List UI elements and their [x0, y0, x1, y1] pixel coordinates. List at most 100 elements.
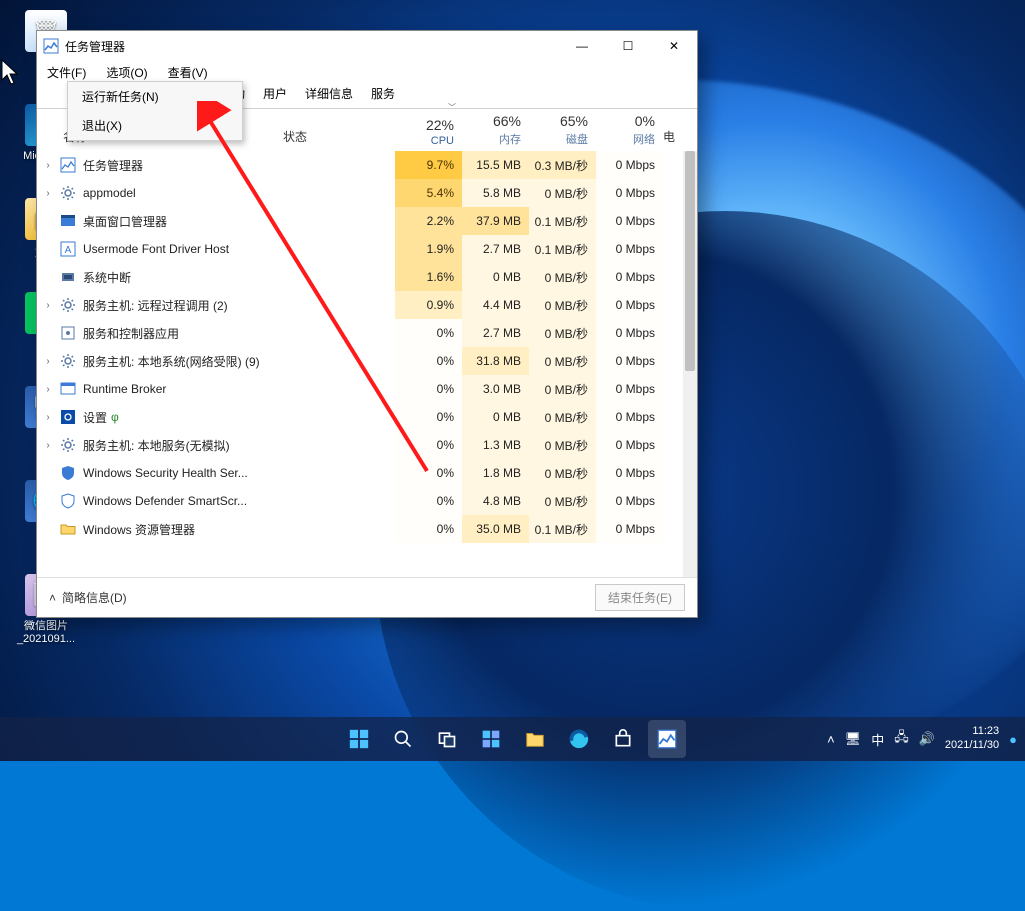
cpu-cell: 0% — [395, 515, 462, 543]
tab-details[interactable]: 详细信息 — [303, 81, 355, 108]
close-button[interactable]: ✕ — [651, 31, 697, 61]
process-row[interactable]: ›服务主机: 远程过程调用 (2)0.9%4.4 MB0 MB/秒0 Mbps — [37, 291, 697, 319]
header-cpu[interactable]: ﹀ 22% CPU — [395, 102, 462, 151]
file-dropdown: 运行新任务(N) 退出(X) — [67, 81, 243, 141]
process-row[interactable]: Windows 资源管理器0%35.0 MB0.1 MB/秒0 Mbps — [37, 515, 697, 543]
scrollbar-thumb[interactable] — [685, 151, 695, 371]
menu-file[interactable]: 文件(F) — [43, 62, 90, 83]
menu-options[interactable]: 选项(O) — [102, 62, 151, 83]
cpu-cell: 0.9% — [395, 291, 462, 319]
cpu-cell: 9.7% — [395, 151, 462, 179]
header-network[interactable]: 0% 网络 — [596, 113, 663, 151]
footer: ˄ 简略信息(D) 结束任务(E) — [37, 577, 697, 617]
process-name: Windows Security Health Ser... — [59, 464, 283, 482]
app-icon — [43, 38, 59, 54]
start-button[interactable] — [340, 720, 378, 758]
tab-services[interactable]: 服务 — [369, 81, 397, 108]
disk-cell: 0 MB/秒 — [529, 291, 596, 319]
process-icon — [59, 408, 77, 426]
memory-cell: 1.8 MB — [462, 459, 529, 487]
cpu-cell: 0% — [395, 431, 462, 459]
cpu-cell: 1.6% — [395, 263, 462, 291]
memory-cell: 1.3 MB — [462, 431, 529, 459]
expand-toggle[interactable]: › — [37, 412, 59, 423]
titlebar[interactable]: 任务管理器 — ☐ ✕ — [37, 31, 697, 61]
end-task-button[interactable]: 结束任务(E) — [595, 584, 685, 611]
process-name: Windows Defender SmartScr... — [59, 492, 283, 510]
menu-exit[interactable]: 退出(X) — [68, 111, 242, 140]
net-pct: 0% — [596, 113, 655, 129]
cursor-icon — [0, 58, 20, 86]
process-row[interactable]: AUsermode Font Driver Host1.9%2.7 MB0.1 … — [37, 235, 697, 263]
task-view-button[interactable] — [428, 720, 466, 758]
memory-cell: 2.7 MB — [462, 235, 529, 263]
task-manager-window: 任务管理器 — ☐ ✕ 文件(F) 选项(O) 查看(V) 动 用户 详细信息 … — [36, 30, 698, 618]
tray-monitor-icon[interactable]: 🖥 — [845, 731, 862, 747]
process-row[interactable]: ›Runtime Broker0%3.0 MB0 MB/秒0 Mbps — [37, 375, 697, 403]
tab-users[interactable]: 用户 — [261, 81, 289, 108]
search-button[interactable] — [384, 720, 422, 758]
disk-cell: 0 MB/秒 — [529, 431, 596, 459]
widgets-button[interactable] — [472, 720, 510, 758]
process-icon — [59, 296, 77, 314]
expand-toggle[interactable]: › — [37, 300, 59, 311]
process-row[interactable]: ›服务主机: 本地服务(无模拟)0%1.3 MB0 MB/秒0 Mbps — [37, 431, 697, 459]
network-cell: 0 Mbps — [596, 291, 663, 319]
svg-text:A: A — [65, 245, 72, 256]
disk-cell: 0 MB/秒 — [529, 487, 596, 515]
process-row[interactable]: 桌面窗口管理器2.2%37.9 MB0.1 MB/秒0 Mbps — [37, 207, 697, 235]
cpu-cell: 0% — [395, 375, 462, 403]
maximize-button[interactable]: ☐ — [605, 31, 651, 61]
header-extra[interactable]: 电 — [663, 128, 683, 151]
disk-cell: 0 MB/秒 — [529, 347, 596, 375]
menu-view[interactable]: 查看(V) — [164, 62, 212, 83]
cpu-cell: 0% — [395, 487, 462, 515]
process-name: 服务主机: 本地系统(网络受限) (9) — [59, 352, 283, 370]
expand-toggle[interactable]: › — [37, 160, 59, 171]
expand-toggle[interactable]: › — [37, 440, 59, 451]
task-manager-taskbar-button[interactable] — [648, 720, 686, 758]
process-name: 系统中断 — [59, 268, 283, 286]
edge-button[interactable] — [560, 720, 598, 758]
clock-date: 2021/11/30 — [945, 739, 999, 753]
header-disk[interactable]: 65% 磁盘 — [529, 113, 596, 151]
cpu-cell: 0% — [395, 403, 462, 431]
scrollbar[interactable] — [683, 151, 697, 577]
process-name: 服务和控制器应用 — [59, 324, 283, 342]
process-row[interactable]: 系统中断1.6%0 MB0 MB/秒0 Mbps — [37, 263, 697, 291]
process-list[interactable]: ›任务管理器9.7%15.5 MB0.3 MB/秒0 Mbps›appmodel… — [37, 151, 697, 577]
process-row[interactable]: ›设置φ0%0 MB0 MB/秒0 Mbps — [37, 403, 697, 431]
cpu-label: CPU — [395, 135, 454, 147]
tray-chevron-icon[interactable]: ˄ — [827, 732, 835, 747]
process-name: appmodel — [59, 184, 283, 202]
process-row[interactable]: ›任务管理器9.7%15.5 MB0.3 MB/秒0 Mbps — [37, 151, 697, 179]
memory-cell: 4.8 MB — [462, 487, 529, 515]
explorer-button[interactable] — [516, 720, 554, 758]
memory-cell: 15.5 MB — [462, 151, 529, 179]
process-row[interactable]: Windows Security Health Ser...0%1.8 MB0 … — [37, 459, 697, 487]
disk-pct: 65% — [529, 113, 588, 129]
store-button[interactable] — [604, 720, 642, 758]
process-name: 任务管理器 — [59, 156, 283, 174]
header-memory[interactable]: 66% 内存 — [462, 113, 529, 151]
header-status[interactable]: 状态 — [283, 128, 395, 151]
process-icon — [59, 156, 77, 174]
network-cell: 0 Mbps — [596, 207, 663, 235]
process-row[interactable]: ›appmodel5.4%5.8 MB0 MB/秒0 Mbps — [37, 179, 697, 207]
tray-ime-icon[interactable]: 中 — [871, 730, 884, 749]
process-row[interactable]: Windows Defender SmartScr... 0%4.8 MB0 MB… — [37, 487, 697, 515]
expand-toggle[interactable]: › — [37, 384, 59, 395]
tray-notification-icon[interactable]: ● — [1009, 732, 1017, 747]
expand-toggle[interactable]: › — [37, 188, 59, 199]
process-row[interactable]: ›服务主机: 本地系统(网络受限) (9)0%31.8 MB0 MB/秒0 Mb… — [37, 347, 697, 375]
tray-network-icon[interactable]: 🖧 — [894, 728, 909, 750]
cpu-cell: 5.4% — [395, 179, 462, 207]
tray-clock[interactable]: 11:23 2021/11/30 — [945, 725, 999, 753]
minimize-button[interactable]: — — [559, 31, 605, 61]
process-row[interactable]: 服务和控制器应用0%2.7 MB0 MB/秒0 Mbps — [37, 319, 697, 347]
tray-volume-icon[interactable]: 🔊 — [919, 731, 935, 747]
disk-cell: 0.3 MB/秒 — [529, 151, 596, 179]
expand-toggle[interactable]: › — [37, 356, 59, 367]
fewer-details-button[interactable]: ˄ 简略信息(D) — [49, 589, 127, 606]
menu-run-new-task[interactable]: 运行新任务(N) — [68, 82, 242, 111]
